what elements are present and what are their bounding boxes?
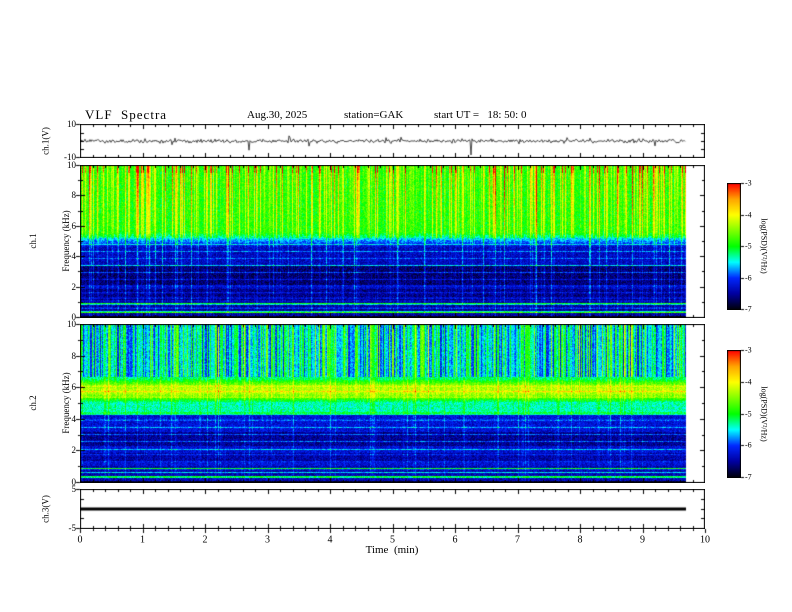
ch1-freq-tick-label: 8 [71, 190, 77, 201]
x-tick-label: 10 [700, 534, 710, 546]
ch1-colorbar-tick-label: -7 [745, 304, 752, 314]
x-tick-label: 6 [452, 534, 458, 546]
ch1-colorbar-tick-label: -5 [745, 241, 752, 251]
x-tick-label: 8 [577, 534, 583, 546]
ch1-volt-tick-label: -10 [64, 152, 76, 162]
ch1-colorbar-label: log(PSD)(V²/Hz) [759, 218, 769, 274]
x-tick-label: 4 [327, 534, 333, 546]
ch1-volt-tick-label: 10 [67, 119, 76, 129]
ch3-volt-tick-label: -5 [68, 523, 77, 533]
ch2-freq-tick-label: 2 [71, 445, 77, 456]
ch2-colorbar-tick-label: -4 [745, 377, 752, 387]
ch2-freq-tick-label: 4 [71, 413, 77, 424]
ch1-frequency-axis-label: ch.1 Frequency (kHz) [6, 210, 94, 271]
vlf-spectra-figure: VLF Spectra Aug.30, 2025 station=GAK sta… [0, 0, 792, 612]
ch1-freq-tick-label: 4 [71, 251, 77, 262]
x-tick-label: 3 [265, 534, 270, 546]
ch2-colorbar-tick-label: -5 [745, 409, 752, 418]
ch2-frequency-axis-label-line1: ch.2 [28, 395, 38, 411]
ch2-colorbar-tick-label: -7 [745, 472, 752, 482]
ch1-colorbar-tick-label: -6 [745, 273, 752, 282]
ch2-freq-tick-label: 10 [67, 319, 76, 329]
ch1-voltage-axis-label: ch.1(V) [40, 127, 51, 155]
ch2-colorbar-tick-label: -3 [745, 345, 752, 355]
x-tick-label: 9 [640, 534, 645, 546]
ch2-frequency-axis-label-line2: Frequency (kHz) [61, 372, 71, 434]
x-tick-label: 7 [515, 534, 520, 546]
ch2-freq-tick-label: 8 [71, 350, 77, 361]
ch3-voltage-axis-label: ch.3(V) [40, 495, 51, 523]
x-tick-label: 2 [202, 534, 208, 546]
x-tick-label: 0 [77, 534, 83, 546]
ch3-volt-tick-label: 5 [71, 484, 77, 494]
ch2-colorbar-tick-label: -6 [745, 440, 752, 450]
ch2-colorbar-label: log(PSD)(V²/Hz) [759, 386, 769, 442]
x-tick-label: 1 [140, 534, 145, 546]
ch1-frequency-axis-label-line2: Frequency (kHz) [61, 210, 71, 272]
axis-ticks-overlay [0, 0, 792, 612]
ch1-freq-tick-label: 2 [71, 281, 77, 292]
ch1-colorbar-tick-label: -3 [745, 178, 752, 188]
ch2-freq-tick-label: 6 [71, 382, 77, 393]
ch2-frequency-axis-label: ch.2 Frequency (kHz) [6, 372, 94, 433]
ch1-colorbar-tick-label: -4 [745, 210, 752, 219]
x-tick-label: 5 [390, 534, 395, 546]
ch1-freq-tick-label: 6 [71, 220, 77, 231]
ch1-frequency-axis-label-line1: ch.1 [28, 233, 38, 249]
time-axis-label: Time (min) [365, 544, 419, 556]
